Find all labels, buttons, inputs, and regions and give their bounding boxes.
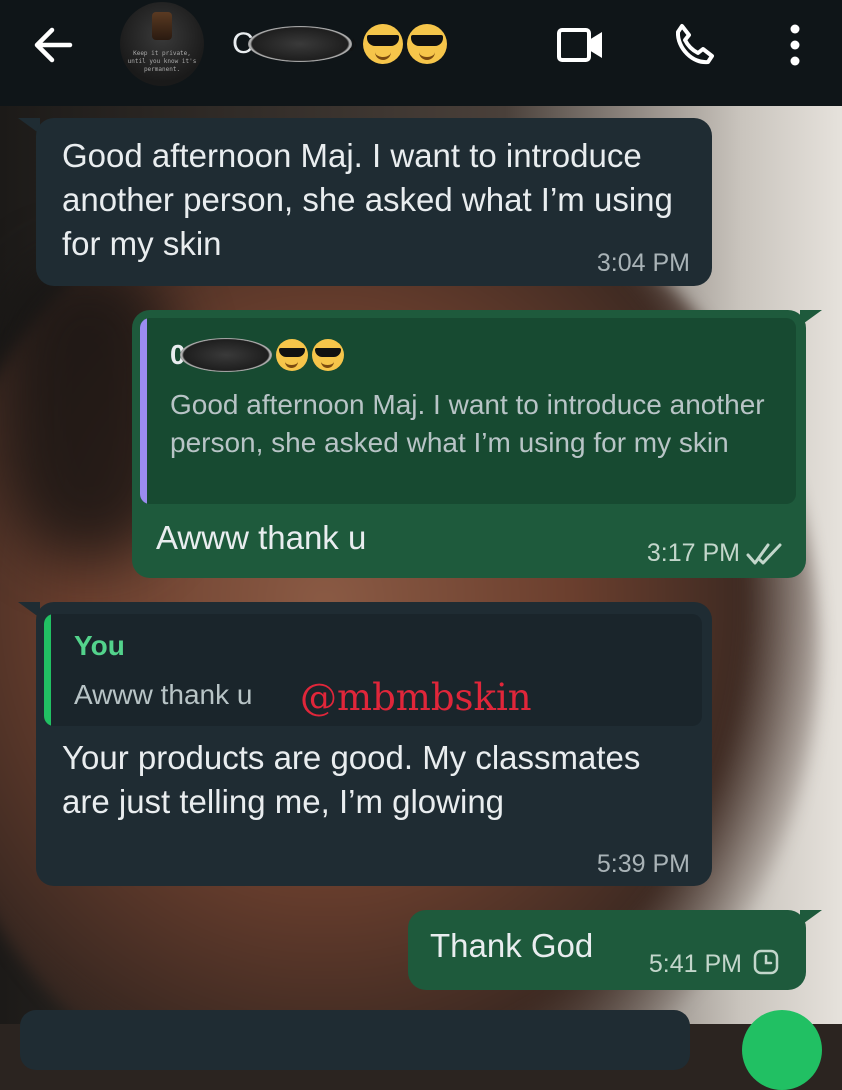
quote-bar	[140, 318, 147, 504]
quote-bar	[44, 614, 51, 726]
quote-text: Awww thank u	[74, 679, 253, 710]
scribble-redaction	[179, 338, 272, 372]
double-check-icon	[746, 543, 782, 565]
message-time: 3:17 PM	[646, 539, 740, 567]
message-text: Awww thank u	[156, 519, 367, 556]
video-call-icon[interactable]	[556, 20, 606, 70]
quoted-message[interactable]: 0 Good afternoon Maj. I want to introduc…	[140, 318, 796, 504]
message-time: 5:41 PM	[648, 950, 742, 978]
avatar-picture-frame	[152, 12, 172, 40]
message-bubble-incoming[interactable]: You Awww thank u Your products are good.…	[36, 602, 712, 886]
sunglasses-emoji-icon	[406, 24, 447, 64]
message-text: Good afternoon Maj. I want to introduce …	[62, 137, 673, 262]
message-time: 3:04 PM	[596, 249, 690, 277]
message-bubble-outgoing[interactable]: 0 Good afternoon Maj. I want to introduc…	[132, 310, 806, 578]
contact-avatar[interactable]: Keep it private, until you know it's per…	[120, 2, 204, 86]
sunglasses-emoji-icon	[275, 339, 308, 371]
watermark-text: @mbmbskin	[300, 676, 532, 719]
scribble-redaction	[247, 26, 352, 62]
pending-clock-icon	[753, 949, 779, 975]
message-bubble-outgoing[interactable]: Thank God 5:41 PM	[408, 910, 806, 990]
music-note-icon: ♪	[347, 31, 359, 56]
scroll-down-button[interactable]	[742, 1010, 822, 1090]
phone-icon[interactable]	[670, 20, 720, 70]
contact-name[interactable]: C ♪	[232, 22, 447, 66]
sunglasses-emoji-icon	[362, 24, 403, 64]
quote-author: You	[74, 630, 125, 661]
message-bubble-incoming-partial[interactable]	[20, 1010, 690, 1070]
more-options-icon[interactable]	[770, 20, 820, 70]
message-text: Thank God	[430, 927, 594, 964]
message-time: 5:39 PM	[596, 850, 690, 878]
quote-author: 0	[170, 338, 344, 372]
message-bubble-incoming[interactable]: Good afternoon Maj. I want to introduce …	[36, 118, 712, 286]
back-arrow-icon[interactable]	[30, 22, 76, 68]
chat-header: Keep it private, until you know it's per…	[0, 0, 842, 106]
sunglasses-emoji-icon	[311, 339, 344, 371]
message-text: Your products are good. My classmates ar…	[62, 739, 641, 820]
avatar-caption: Keep it private, until you know it's per…	[127, 50, 197, 73]
quote-text: Good afternoon Maj. I want to introduce …	[170, 389, 765, 458]
